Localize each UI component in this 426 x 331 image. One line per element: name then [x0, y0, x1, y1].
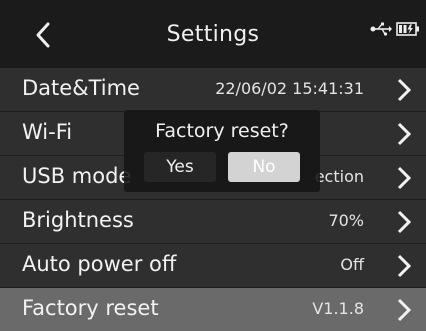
factory-reset-dialog: Factory reset? Yes No: [124, 110, 320, 192]
battery-charging-icon: [396, 22, 419, 36]
chevron-right-icon: [397, 254, 412, 278]
menu-row-brightness[interactable]: Brightness 70%: [0, 200, 426, 243]
chevron-right-icon: [397, 210, 412, 234]
row-label: Factory reset: [22, 296, 159, 320]
row-value: Off: [340, 255, 364, 274]
row-value: 70%: [328, 211, 364, 230]
row-label: Date&Time: [22, 76, 140, 100]
page-title: Settings: [166, 22, 260, 47]
row-value: V1.1.8: [312, 299, 364, 318]
chevron-right-icon: [397, 122, 412, 146]
menu-row-date-time[interactable]: Date&Time 22/06/02 15:41:31: [0, 68, 426, 111]
chevron-right-icon: [397, 78, 412, 102]
header-bar: Settings: [0, 0, 426, 68]
row-label: USB mode: [22, 164, 132, 188]
chevron-right-icon: [397, 298, 412, 322]
row-value: ection: [314, 167, 364, 186]
row-label: Brightness: [22, 208, 134, 232]
row-label: Wi-Fi: [22, 120, 73, 144]
menu-row-factory-reset[interactable]: Factory reset V1.1.8: [0, 288, 426, 331]
menu-row-auto-power-off[interactable]: Auto power off Off: [0, 244, 426, 287]
row-label: Auto power off: [22, 252, 177, 276]
row-value: 22/06/02 15:41:31: [215, 79, 364, 98]
no-button[interactable]: No: [228, 152, 300, 182]
chevron-right-icon: [397, 166, 412, 190]
dialog-title: Factory reset?: [155, 120, 289, 142]
yes-button[interactable]: Yes: [144, 152, 216, 182]
usb-icon: [370, 22, 392, 36]
